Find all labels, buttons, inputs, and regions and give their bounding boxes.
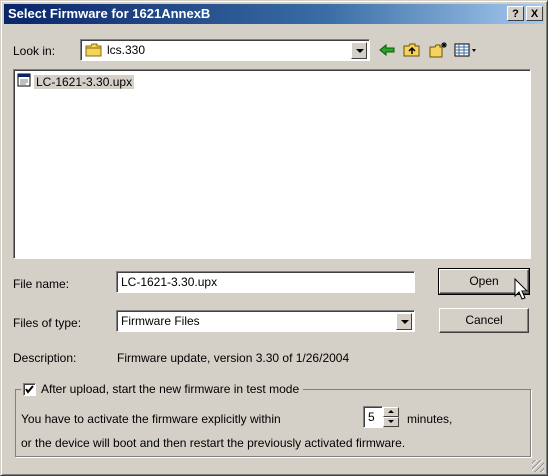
test-mode-legend[interactable]: After upload, start the new firmware in … [21,380,304,398]
description-label: Description: [13,351,77,365]
minutes-input[interactable]: 5 [363,406,383,428]
upx-file-icon [17,73,31,90]
open-button-label: Open [469,274,499,288]
file-list[interactable]: LC-1621-3.30.upx [13,69,531,259]
view-menu-icon[interactable] [453,41,479,59]
test-mode-checkbox[interactable] [23,382,36,396]
close-icon: X [530,8,539,20]
up-folder-icon[interactable] [402,41,422,59]
new-folder-icon[interactable] [428,41,448,59]
filetype-value: Firmware Files [121,314,200,328]
title-bar[interactable]: Select Firmware for 1621AnnexB [4,4,544,24]
filetype-select[interactable]: Firmware Files [116,310,415,332]
cancel-button-label: Cancel [465,313,503,327]
spin-down-icon[interactable] [383,417,399,427]
mouse-cursor-icon [514,277,530,305]
filename-label: File name: [13,277,70,291]
checkmark-icon [25,384,34,394]
folder-icon [85,43,103,60]
lookin-folder-name: lcs.330 [107,43,146,57]
lookin-label: Look in: [13,44,56,58]
minutes-value: 5 [368,410,375,424]
filename-value: LC-1621-3.30.upx [121,275,218,289]
back-arrow-icon[interactable] [377,41,397,59]
help-icon: ? [512,8,519,20]
close-button[interactable]: X [526,6,543,21]
filename-input[interactable]: LC-1621-3.30.upx [116,271,415,293]
select-firmware-dialog: Select Firmware for 1621AnnexB ? X Look … [0,0,548,476]
cancel-button[interactable]: Cancel [439,308,529,333]
list-item[interactable]: LC-1621-3.30.upx [17,73,135,90]
test-mode-checkbox-label: After upload, start the new firmware in … [41,382,300,396]
description-value: Firmware update, version 3.30 of 1/26/20… [117,351,350,365]
resize-grip-icon[interactable] [532,460,544,472]
lookin-dropdown-arrow[interactable] [351,42,367,59]
filetype-dropdown-arrow[interactable] [396,313,412,330]
filetype-label: Files of type: [13,316,82,330]
window-title: Select Firmware for 1621AnnexB [8,6,211,21]
help-button[interactable]: ? [507,6,524,21]
spin-up-icon[interactable] [383,407,399,417]
list-item-name: LC-1621-3.30.upx [34,74,135,89]
activation-text-suffix: minutes, [407,412,453,426]
minutes-spinner[interactable] [383,407,399,427]
activation-text-line2: or the device will boot and then restart… [21,436,406,450]
lookin-combobox[interactable]: lcs.330 [80,39,370,61]
activation-text-prefix: You have to activate the firmware explic… [21,412,281,426]
